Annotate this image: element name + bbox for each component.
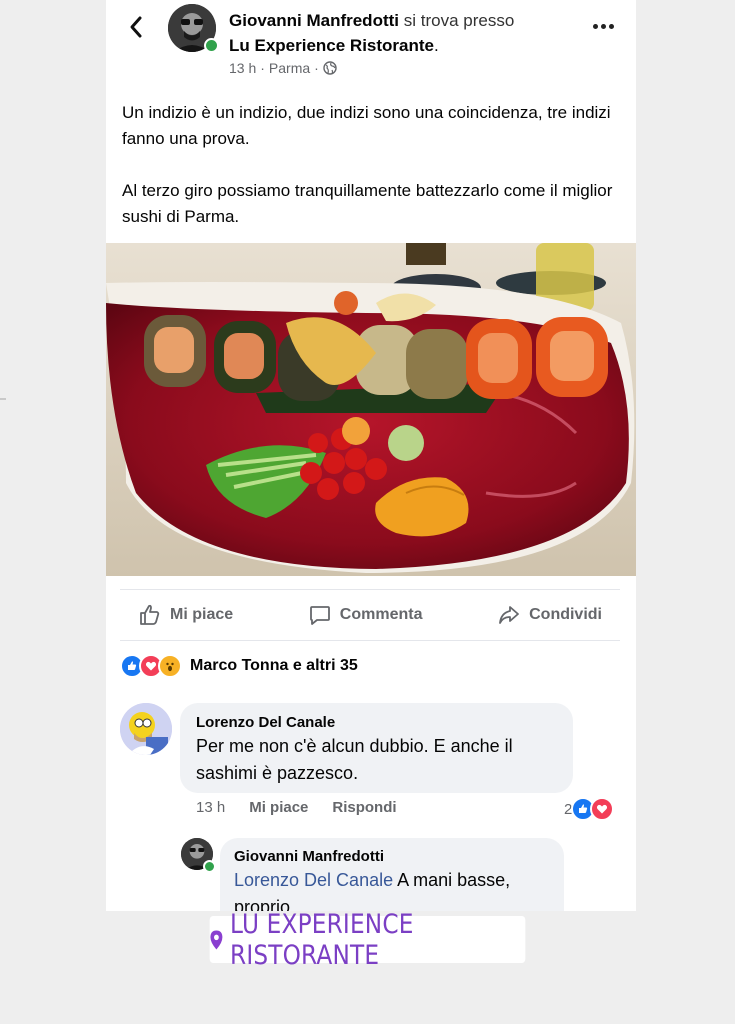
comment-author[interactable]: Lorenzo Del Canale [196,713,557,733]
author-name[interactable]: Giovanni Manfredotti [229,11,399,30]
comment-like-button[interactable]: Mi piace [249,799,308,816]
like-button[interactable]: Mi piace [120,603,251,627]
comment-reactions[interactable]: 2 [564,797,615,821]
post-location[interactable]: Parma [269,60,310,76]
comment-time[interactable]: 13 h [196,799,225,816]
commenter-avatar[interactable] [120,703,172,755]
sushi-plate-image [106,243,636,576]
edge-mark [0,398,6,400]
comment-reply-button[interactable]: Rispondi [332,799,396,816]
post-photo[interactable] [106,243,636,576]
wow-icon [158,654,182,678]
reply-text: Lorenzo Del Canale A mani basse, proprio… [234,867,550,911]
like-label: Mi piace [170,606,234,623]
comment-text: Per me non c'è alcun dubbio. E anche il … [196,736,513,783]
reaction-icons [120,654,182,678]
reactions-summary[interactable]: Marco Tonna e altri 35 [120,654,358,678]
post-paragraph-2: Al terzo giro possiamo tranquillamente b… [122,181,613,226]
more-options-button[interactable] [588,16,618,36]
location-sticker-text: LU EXPERIENCE RISTORANTE [230,908,414,971]
post-paragraph-1: Un indizio è un indizio, due indizi sono… [122,103,611,148]
with-text: si trova presso [403,11,515,30]
post-header: Giovanni Manfredotti si trova presso Lu … [106,0,636,90]
chevron-left-icon [130,16,142,38]
reply-author[interactable]: Giovanni Manfredotti [234,847,550,867]
reply-bubble: Giovanni Manfredotti Lorenzo Del Canale … [220,838,564,911]
location-pin-icon [210,929,223,950]
facebook-post-card: Giovanni Manfredotti si trova presso Lu … [106,0,636,911]
comment-icon [309,606,330,625]
dot [600,23,606,29]
online-status-dot [203,860,216,873]
dot [592,23,598,29]
reply-mention[interactable]: Lorenzo Del Canale [234,870,393,890]
comment-label: Commenta [339,606,423,623]
post-actions-bar: Mi piace Commenta Condividi [120,589,620,641]
place-suffix: . [434,36,439,55]
dot [608,23,614,29]
back-button[interactable] [122,12,150,42]
share-button[interactable]: Condividi [479,603,620,627]
share-icon [499,606,520,624]
location-sticker[interactable]: LU EXPERIENCE RISTORANTE [209,909,526,971]
share-label: Condividi [529,606,602,623]
post-text: Un indizio è un indizio, due indizi sono… [122,100,622,256]
cartoon-avatar [120,703,172,755]
meta-separator: · [314,60,319,76]
post-meta: 13 h · Parma · [229,60,337,76]
comment-bubble: Lorenzo Del Canale Per me non c'è alcun … [180,703,573,793]
post-header-text: Giovanni Manfredotti si trova presso Lu … [229,8,569,58]
comment-button[interactable]: Commenta [290,603,441,627]
globe-icon [323,61,337,75]
thumbs-up-icon [140,604,160,625]
love-icon [590,797,615,821]
place-name[interactable]: Lu Experience Ristorante [229,36,434,55]
online-status-dot [204,38,219,53]
meta-separator: · [260,60,265,76]
reactions-text: Marco Tonna e altri 35 [190,657,358,674]
post-time[interactable]: 13 h [229,60,256,76]
comment-meta: 13 h Mi piace Rispondi [196,799,397,816]
